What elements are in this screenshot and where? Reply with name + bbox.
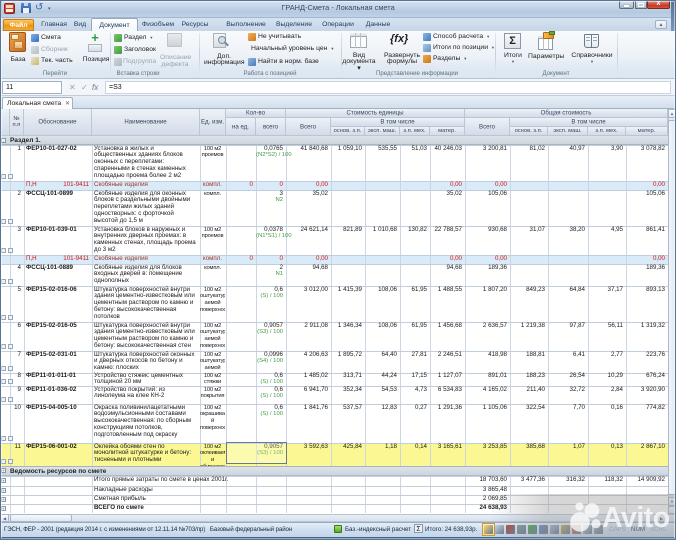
svg-text:Avito: Avito: [602, 502, 670, 534]
